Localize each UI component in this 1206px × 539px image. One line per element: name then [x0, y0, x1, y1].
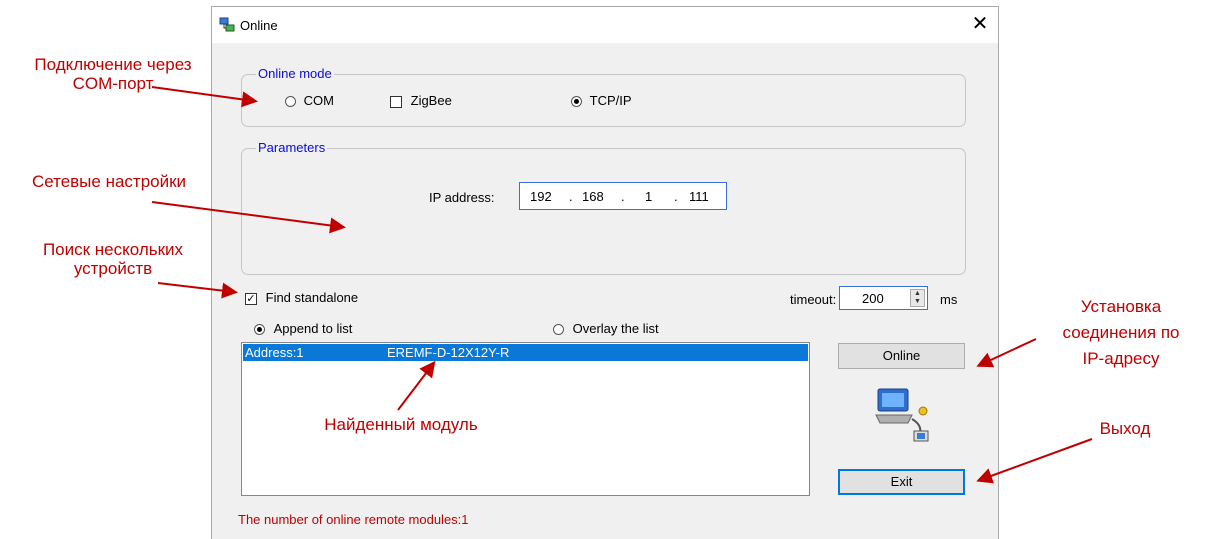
arrow-exit: [976, 438, 1093, 484]
arrow-found-module: [397, 360, 436, 411]
arrow-multi-search: [157, 282, 238, 299]
arrow-network: [151, 201, 346, 234]
arrow-com-port: [151, 86, 258, 108]
annotation-arrows: [151, 86, 1093, 484]
arrow-online: [976, 338, 1037, 368]
